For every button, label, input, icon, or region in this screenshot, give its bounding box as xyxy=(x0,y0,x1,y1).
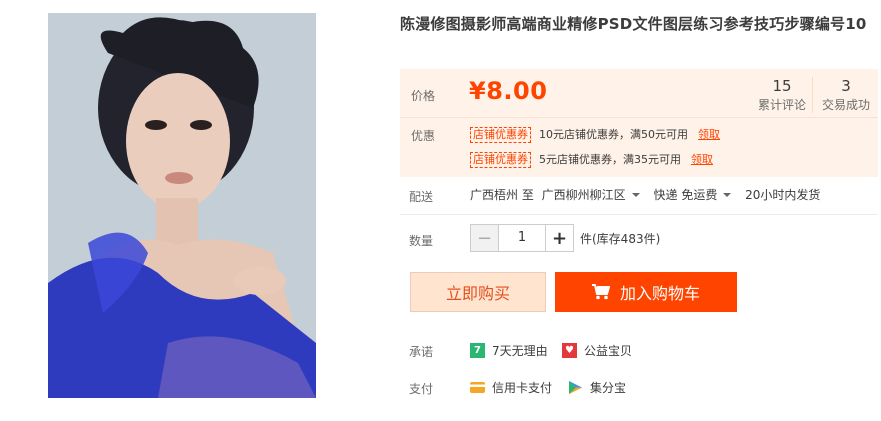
divider xyxy=(400,214,878,215)
stock-info: 件(库存483件) xyxy=(580,232,661,246)
promise-text: 7天无理由 xyxy=(492,344,548,358)
coupon-item: 店铺优惠券 10元店铺优惠券，满50元可用 领取 xyxy=(470,126,720,143)
chevron-down-icon xyxy=(631,192,640,197)
jifenbao-payment[interactable]: 集分宝 xyxy=(568,379,626,396)
coupon-tag: 店铺优惠券 xyxy=(470,152,531,168)
coupon-text: 5元店铺优惠券，满35元可用 xyxy=(539,153,681,166)
coupon-claim-link[interactable]: 领取 xyxy=(698,128,720,141)
reviews-count: 15 xyxy=(772,77,792,95)
coupon-label: 优惠 xyxy=(411,129,436,143)
stat-divider xyxy=(812,77,813,113)
cart-icon xyxy=(591,284,610,300)
delivery-method-select[interactable]: 快递 免运费 xyxy=(654,188,742,202)
reviews-label: 累计评论 xyxy=(757,98,806,112)
trades-label: 交易成功 xyxy=(821,98,870,112)
credit-card-icon xyxy=(470,380,485,395)
delivery-label: 配送 xyxy=(409,190,434,204)
delivery-destination-select[interactable]: 广西柳州柳江区 xyxy=(542,188,650,202)
price-panel: 价格 ¥8.00 15 累计评论 3 交易成功 优惠 店铺优惠券 10元店铺优惠券… xyxy=(400,69,878,177)
delivery-row: 配送 广西梧州 至 广西柳州柳江区 快递 免运费 20小时内发货 xyxy=(400,177,878,213)
delivery-info: 广西梧州 至 广西柳州柳江区 快递 免运费 20小时内发货 xyxy=(470,186,820,203)
price-separator xyxy=(400,117,878,118)
charity-badge[interactable]: ♥ 公益宝贝 xyxy=(562,342,632,359)
trades-count: 3 xyxy=(841,77,851,95)
payment-text: 信用卡支付 xyxy=(492,381,553,395)
price-value: ¥8.00 xyxy=(469,77,548,105)
trades-stat: 3 交易成功 xyxy=(816,76,876,114)
payment-label: 支付 xyxy=(409,382,434,396)
price-label: 价格 xyxy=(411,89,436,103)
delivery-from: 广西梧州 至 xyxy=(470,188,534,202)
credit-card-payment[interactable]: 信用卡支付 xyxy=(470,379,552,396)
ship-time: 20小时内发货 xyxy=(745,188,821,202)
quantity-label: 数量 xyxy=(409,234,434,248)
jifenbao-icon xyxy=(568,380,583,395)
promise-text: 公益宝贝 xyxy=(584,344,633,358)
promise-label: 承诺 xyxy=(409,345,434,359)
quantity-row: 数量 − 1 + 件(库存483件) xyxy=(400,217,878,261)
add-to-cart-button[interactable]: 加入购物车 xyxy=(555,272,737,312)
charity-heart-icon: ♥ xyxy=(562,343,577,358)
coupon-item: 店铺优惠券 5元店铺优惠券，满35元可用 领取 xyxy=(470,151,713,168)
payment-text: 集分宝 xyxy=(590,381,627,395)
add-to-cart-label: 加入购物车 xyxy=(619,284,700,303)
seven-days-icon: 7 xyxy=(470,343,485,358)
chevron-down-icon xyxy=(723,192,732,197)
decrease-button[interactable]: − xyxy=(471,225,498,251)
quantity-input[interactable]: 1 xyxy=(498,225,546,251)
increase-button[interactable]: + xyxy=(546,225,573,251)
seven-day-return-badge[interactable]: 7 7天无理由 xyxy=(470,342,548,359)
coupon-claim-link[interactable]: 领取 xyxy=(691,153,713,166)
product-title: 陈漫修图摄影师高端商业精修PSD文件图层练习参考技巧步骤编号10 xyxy=(400,15,867,33)
reviews-stat[interactable]: 15 累计评论 xyxy=(752,76,812,114)
product-image xyxy=(48,13,316,398)
buy-now-button[interactable]: 立即购买 xyxy=(410,272,546,312)
coupon-tag: 店铺优惠券 xyxy=(470,127,531,143)
quantity-stepper: − 1 + xyxy=(470,224,574,252)
coupon-text: 10元店铺优惠券，满50元可用 xyxy=(539,128,688,141)
